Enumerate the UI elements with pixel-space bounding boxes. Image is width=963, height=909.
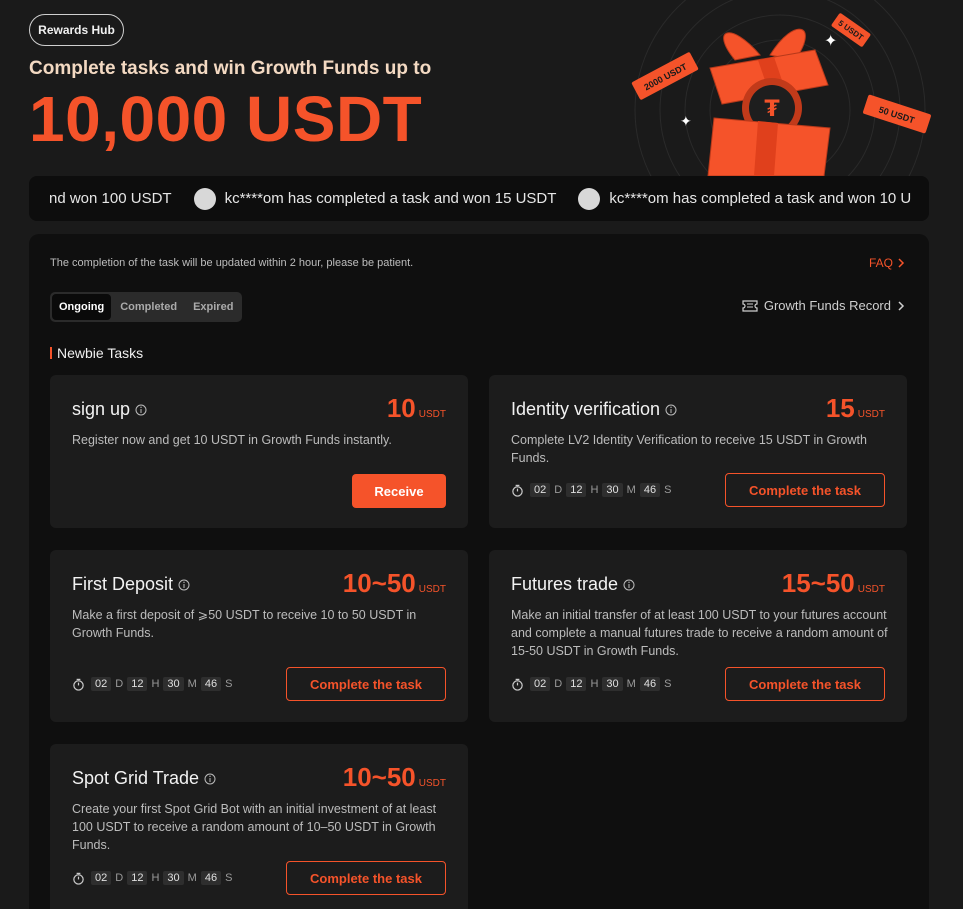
hero-amount: 10,000 USDT bbox=[29, 83, 423, 155]
task-card-first-deposit: First Deposit 10~50 USDT Make a first de… bbox=[50, 550, 468, 722]
info-icon[interactable] bbox=[135, 404, 147, 416]
task-description: Complete LV2 Identity Verification to re… bbox=[511, 433, 867, 465]
section-title: Newbie Tasks bbox=[50, 345, 143, 361]
task-description: Make an initial transfer of at least 100… bbox=[511, 608, 888, 658]
countdown-timer: 02 D 12 H 30 M 46 S bbox=[72, 871, 232, 885]
hero-subtitle: Complete tasks and win Growth Funds up t… bbox=[29, 58, 432, 79]
tab-completed[interactable]: Completed bbox=[113, 294, 184, 320]
stopwatch-icon bbox=[73, 872, 84, 885]
hero-banner: Rewards Hub Complete tasks and win Growt… bbox=[0, 0, 963, 176]
avatar bbox=[193, 187, 216, 210]
task-card-sign-up: sign up 10 USDT Register now and get 10 … bbox=[50, 375, 468, 528]
stopwatch-icon bbox=[73, 678, 84, 691]
task-description: Register now and get 10 USDT in Growth F… bbox=[72, 433, 392, 447]
winners-ticker: nd won 100 USDT kc****om has completed a… bbox=[29, 176, 929, 221]
svg-text:₮: ₮ bbox=[764, 97, 780, 122]
task-card-spot-grid-trade: Spot Grid Trade 10~50 USDT Create your f… bbox=[50, 744, 468, 909]
faq-link[interactable]: FAQ bbox=[869, 256, 905, 270]
svg-text:✦: ✦ bbox=[824, 31, 837, 50]
task-reward: 10~50 USDT bbox=[342, 762, 446, 792]
gift-box-illustration: 2000 USDT 5 USDT 50 USDT ✦ ✦ ₮ bbox=[631, 0, 931, 176]
ticker-item: kc****om has completed a task and won 15… bbox=[193, 187, 556, 210]
chevron-right-icon bbox=[898, 300, 905, 311]
svg-text:✦: ✦ bbox=[680, 114, 692, 130]
info-icon[interactable] bbox=[178, 579, 190, 591]
update-notice: The completion of the task will be updat… bbox=[50, 257, 414, 269]
growth-funds-record-link[interactable]: Growth Funds Record bbox=[742, 298, 905, 313]
ticket-2000-usdt: 2000 USDT bbox=[631, 52, 699, 100]
complete-task-button[interactable]: Complete the task bbox=[286, 667, 446, 701]
task-reward: 15 USDT bbox=[825, 393, 885, 423]
status-tabs: Ongoing Completed Expired bbox=[50, 292, 243, 322]
chevron-right-icon bbox=[898, 258, 905, 268]
task-reward: 10 USDT bbox=[386, 393, 446, 423]
ticker-item: kc****om has completed a task and won 10… bbox=[578, 187, 911, 210]
countdown-timer: 02 D 12 H 30 M 46 S bbox=[511, 483, 671, 497]
rewards-hub-badge[interactable]: Rewards Hub bbox=[29, 14, 124, 46]
avatar bbox=[578, 187, 601, 210]
info-icon[interactable] bbox=[204, 773, 216, 785]
task-description: Make a first deposit of ⩾50 USDT to rece… bbox=[72, 608, 417, 640]
task-card-futures-trade: Futures trade 15~50 USDT Make an initial… bbox=[489, 550, 907, 722]
complete-task-button[interactable]: Complete the task bbox=[725, 473, 885, 507]
info-icon[interactable] bbox=[623, 579, 635, 591]
task-description: Create your first Spot Grid Bot with an … bbox=[72, 802, 437, 852]
ticket-icon bbox=[742, 299, 758, 312]
stopwatch-icon bbox=[512, 484, 523, 497]
ticker-item: nd won 100 USDT bbox=[49, 190, 172, 207]
complete-task-button[interactable]: Complete the task bbox=[286, 861, 446, 895]
countdown-timer: 02 D 12 H 30 M 46 S bbox=[72, 677, 232, 691]
countdown-timer: 02 D 12 H 30 M 46 S bbox=[511, 677, 671, 691]
task-reward: 15~50 USDT bbox=[781, 568, 885, 598]
task-title: Futures trade bbox=[511, 574, 619, 594]
task-title: Spot Grid Trade bbox=[72, 768, 200, 788]
receive-button[interactable]: Receive bbox=[352, 474, 446, 508]
complete-task-button[interactable]: Complete the task bbox=[725, 667, 885, 701]
task-reward: 10~50 USDT bbox=[342, 568, 446, 598]
tab-expired[interactable]: Expired bbox=[186, 294, 240, 320]
task-title: Identity verification bbox=[511, 399, 661, 419]
task-title: First Deposit bbox=[72, 574, 174, 594]
info-icon[interactable] bbox=[665, 404, 677, 416]
tab-ongoing[interactable]: Ongoing bbox=[52, 294, 112, 320]
stopwatch-icon bbox=[512, 678, 523, 691]
section-marker bbox=[50, 347, 52, 359]
task-title: sign up bbox=[72, 399, 131, 419]
task-card-identity-verification: Identity verification 15 USDT Complete L… bbox=[489, 375, 907, 528]
